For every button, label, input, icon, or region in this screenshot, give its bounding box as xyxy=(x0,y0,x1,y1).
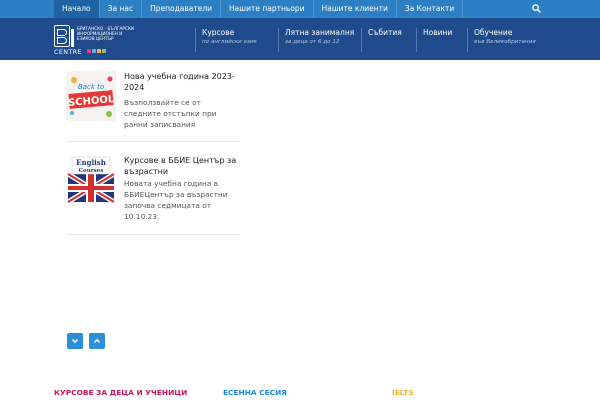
topnav-contacts[interactable]: За Контакти xyxy=(397,0,464,18)
svg-text:Courses: Courses xyxy=(79,168,104,174)
mainnav-news[interactable]: Новини xyxy=(416,28,452,52)
mainnav-label: Събития xyxy=(368,28,402,37)
mainnav-summer[interactable]: Лятна занималня за деца от 6 до 12 xyxy=(278,28,354,52)
topnav-teachers[interactable]: Преподаватели xyxy=(142,0,222,18)
top-bar: Начало За нас Преподаватели Нашите партн… xyxy=(0,0,600,18)
logo-text-line: ЕЗИКОВ ЦЕНТЪР xyxy=(77,36,114,41)
back-to-school-image: Back to SCHOOL xyxy=(66,71,116,121)
mainnav-label: Курсове xyxy=(202,28,235,37)
footer-heading-autumn-session[interactable]: ЕСЕННА СЕСИЯ xyxy=(223,388,287,397)
post-title[interactable]: Курсове в ББИЕ Център за възрастни xyxy=(124,155,240,177)
svg-text:Back to: Back to xyxy=(78,83,104,91)
post-excerpt: Възползвайте се от следните отстъпки при… xyxy=(124,98,217,129)
mainnav-courses[interactable]: Курсове по английски език xyxy=(195,28,257,52)
footer-heading-ielts[interactable]: IELTS xyxy=(392,388,414,397)
topnav-home[interactable]: Начало xyxy=(54,0,100,18)
topnav-clients[interactable]: Нашите клиенти xyxy=(314,0,397,18)
footer-heading-kids-courses[interactable]: КУРСОВЕ ЗА ДЕЦА И УЧЕНИЦИ xyxy=(54,388,187,397)
svg-text:English: English xyxy=(76,158,106,167)
search-icon xyxy=(532,4,541,13)
mainnav-sub: по английски език xyxy=(202,39,258,45)
logo-mark xyxy=(54,25,70,47)
mainnav-events[interactable]: Събития xyxy=(361,28,402,52)
topnav-about[interactable]: За нас xyxy=(100,0,143,18)
post-thumbnail[interactable]: English Courses xyxy=(66,155,116,205)
logo-square xyxy=(102,49,106,53)
mainnav-label: Обучение xyxy=(474,28,513,37)
news-post: English Courses Курсове в ББИЕ Център за… xyxy=(66,155,240,235)
search-button[interactable] xyxy=(523,0,551,18)
site-logo[interactable]: БРИТАНСКО - БЪЛГАРСКИ ИНФОРМАЦИОНЕН И ЕЗ… xyxy=(54,25,140,56)
chevron-down-icon xyxy=(71,339,79,344)
logo-bar xyxy=(71,29,74,47)
logo-square xyxy=(97,49,101,53)
mainnav-label: Новини xyxy=(423,28,453,37)
logo-text: БРИТАНСКО - БЪЛГАРСКИ ИНФОРМАЦИОНЕН И ЕЗ… xyxy=(77,26,139,41)
logo-centre: CENTRE xyxy=(54,48,82,56)
post-title[interactable]: Нова учебна година 2023-2024 xyxy=(124,71,240,93)
mainnav-sub: за деца от 6 до 12 xyxy=(285,39,340,45)
post-thumbnail[interactable]: Back to SCHOOL xyxy=(66,71,116,121)
chevron-up-icon xyxy=(93,338,101,343)
topnav-partners[interactable]: Нашите партньори xyxy=(221,0,314,18)
top-nav: Начало За нас Преподаватели Нашите партн… xyxy=(54,0,464,18)
mainnav-training[interactable]: Обучение във Великобритания xyxy=(467,28,536,52)
post-excerpt: Новата учебна година в ББИЕЦентър за въз… xyxy=(124,179,228,221)
mainnav-label: Лятна занималня xyxy=(285,28,355,37)
logo-square xyxy=(92,49,96,53)
scroll-down-button[interactable] xyxy=(67,333,83,349)
logo-square xyxy=(87,49,91,53)
mainnav-sub: във Великобритания xyxy=(474,39,536,45)
english-courses-image: English Courses xyxy=(66,155,116,205)
news-post: Back to SCHOOL Нова учебна година 2023-2… xyxy=(66,71,240,142)
scroll-up-button[interactable] xyxy=(89,333,105,349)
